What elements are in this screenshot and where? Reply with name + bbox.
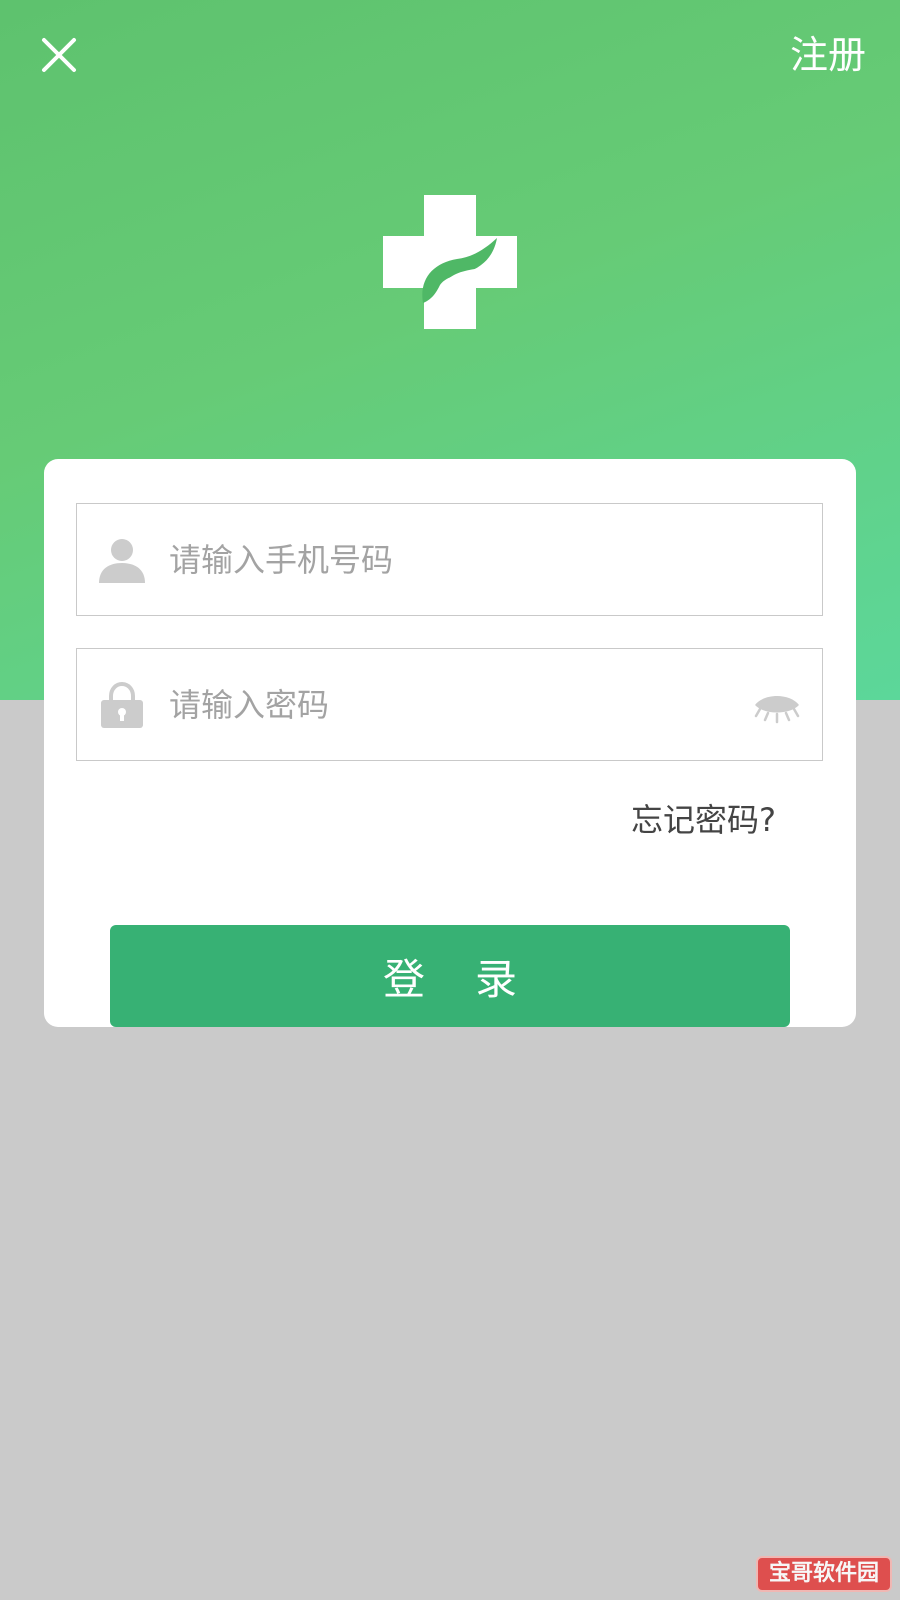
user-icon (99, 538, 145, 583)
password-field (76, 648, 823, 761)
app-logo (383, 195, 517, 329)
login-card: 忘记密码? 登录 (44, 459, 856, 1027)
password-input[interactable] (169, 674, 752, 735)
close-icon (42, 38, 76, 72)
forgot-password-link[interactable]: 忘记密码? (631, 797, 776, 843)
phone-input[interactable] (169, 529, 822, 590)
register-link[interactable]: 注册 (790, 30, 866, 80)
login-button[interactable]: 登录 (110, 925, 790, 1027)
medical-cross-hand-icon (383, 195, 517, 329)
phone-field (76, 503, 823, 616)
watermark-logo: 宝哥软件园 (756, 1556, 892, 1592)
login-screen: 注册 请输入手机号码 忘记密码? 登录 宝哥软件园 (0, 0, 900, 1600)
lock-icon (101, 681, 143, 728)
eye-closed-icon[interactable] (752, 685, 802, 725)
close-button[interactable] (34, 30, 84, 80)
